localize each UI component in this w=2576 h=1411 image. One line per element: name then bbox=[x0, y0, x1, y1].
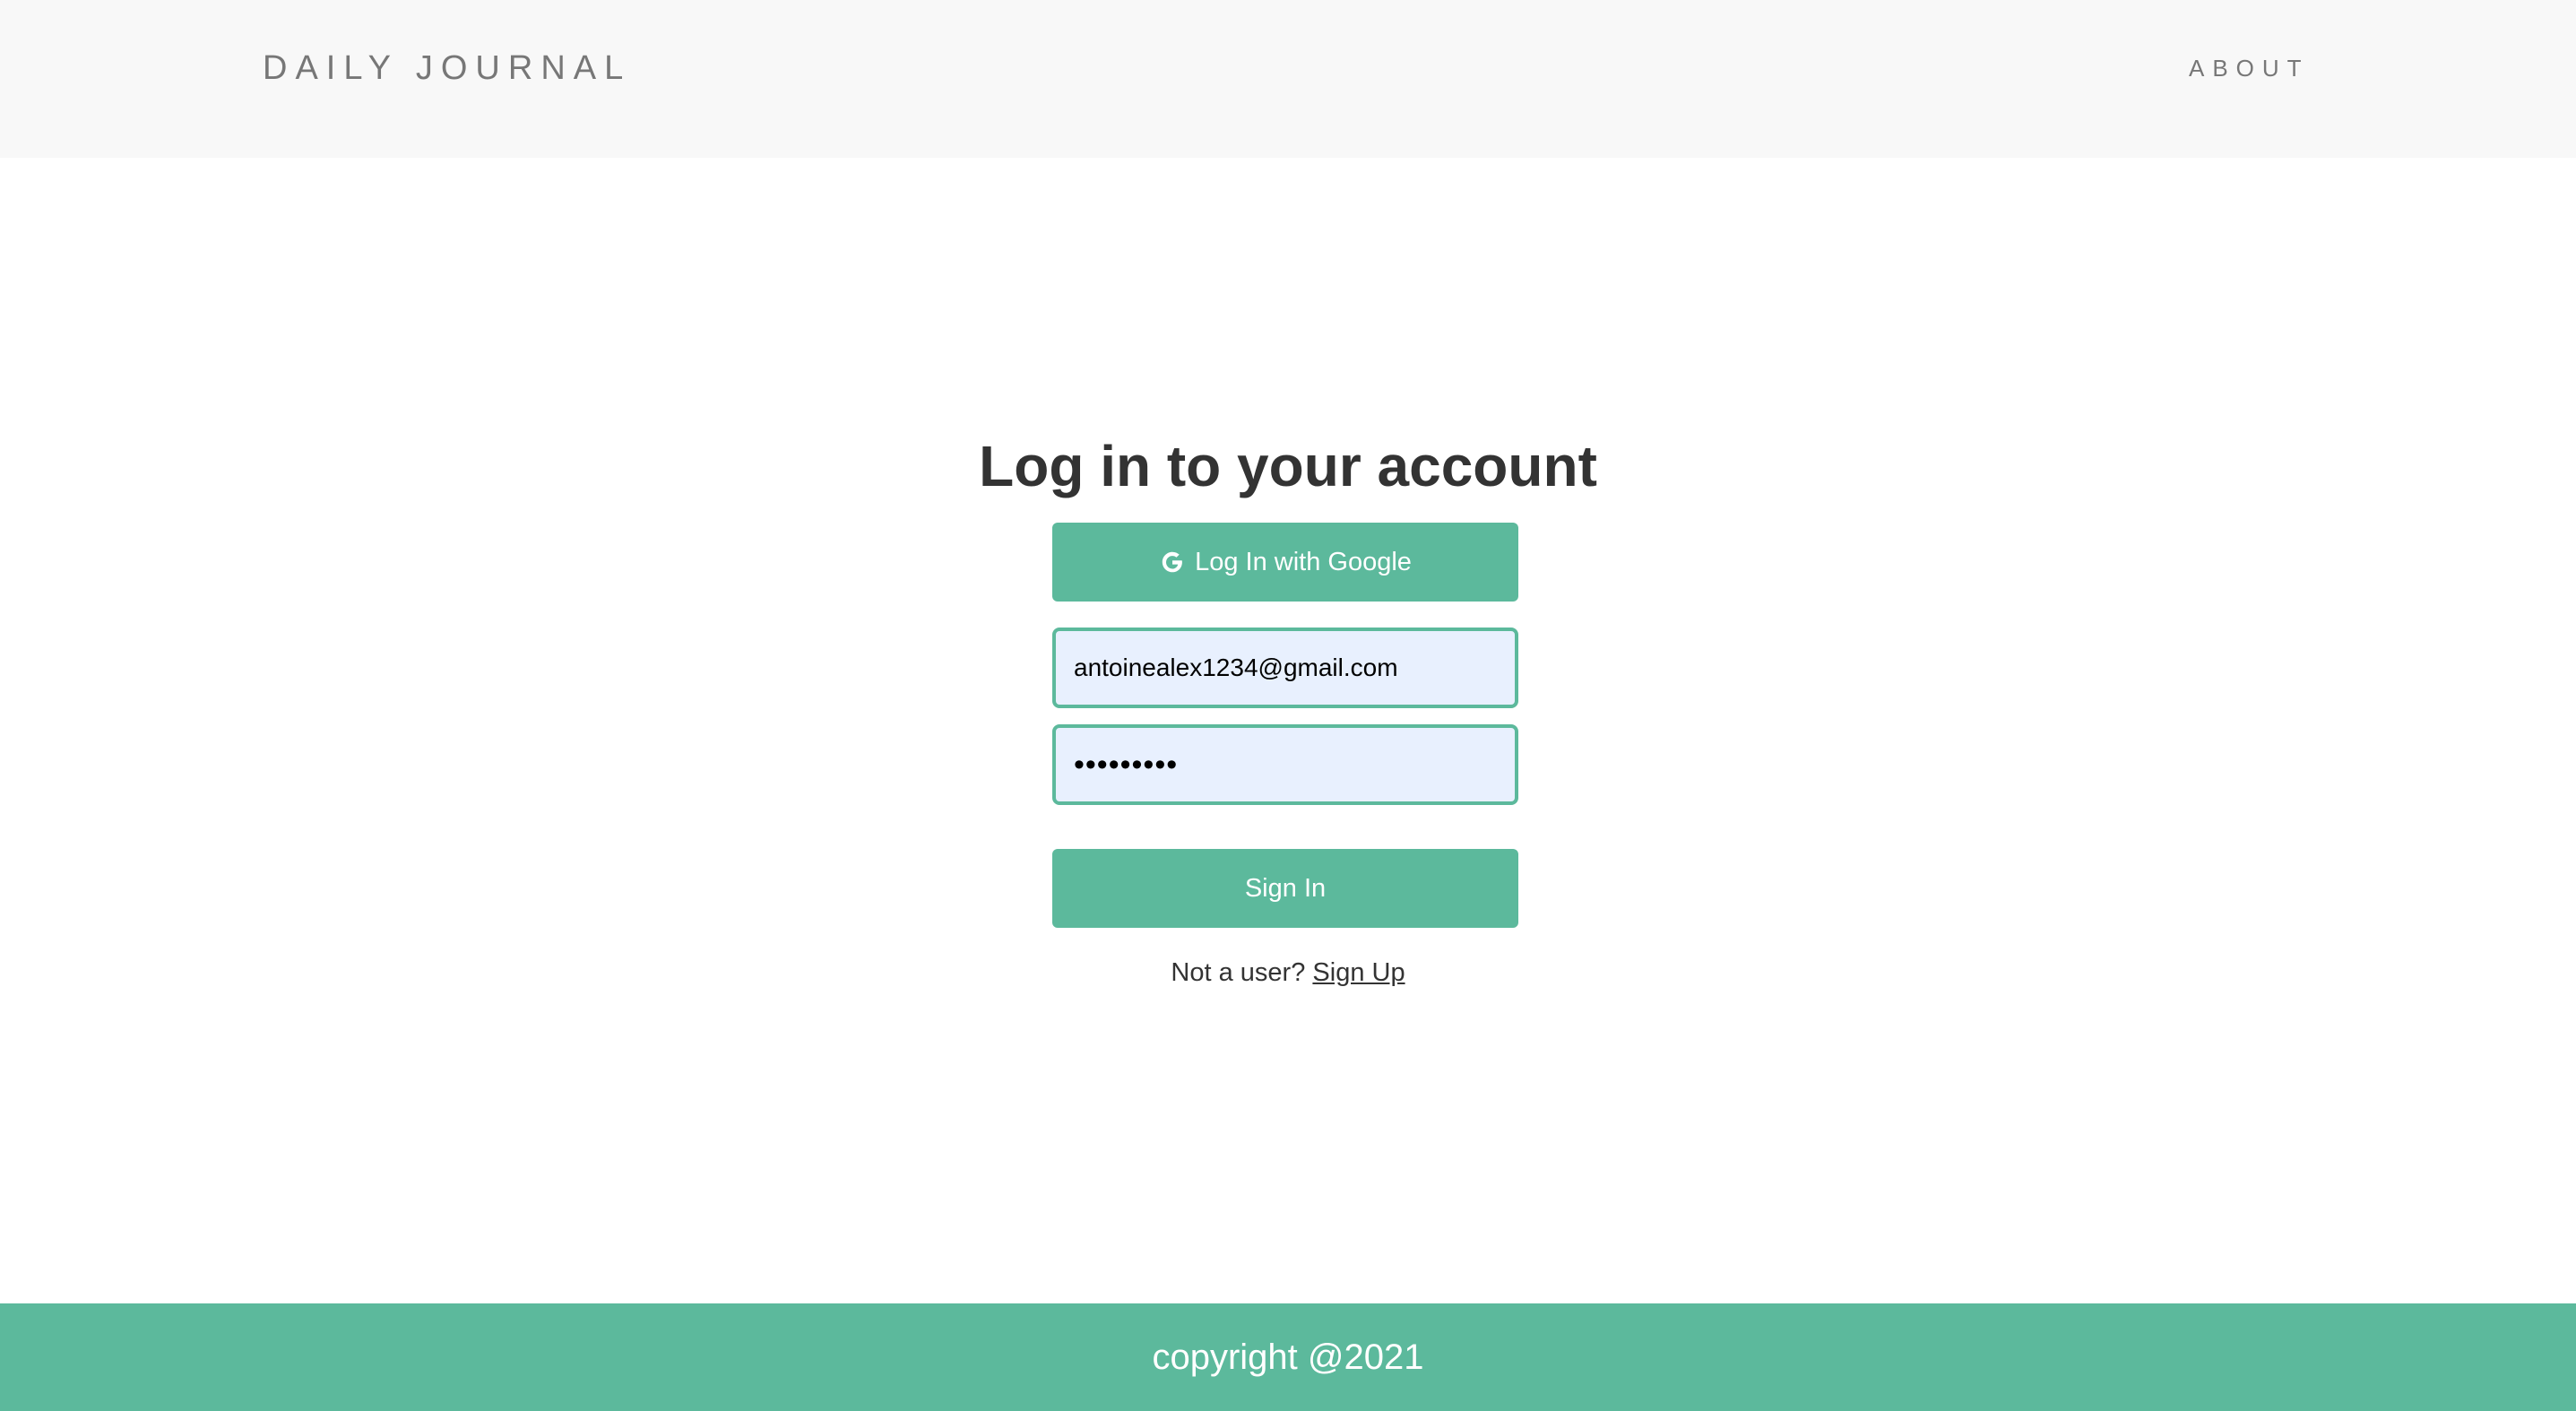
email-field[interactable] bbox=[1052, 628, 1518, 708]
signup-prompt: Not a user? Sign Up bbox=[0, 955, 2576, 991]
copyright-text: copyright @2021 bbox=[1152, 1337, 1424, 1377]
google-icon bbox=[1159, 549, 1186, 576]
page-title: Log in to your account bbox=[979, 434, 1597, 498]
google-login-button[interactable]: Log In with Google bbox=[1052, 523, 1518, 602]
page: DAILY JOURNAL ABOUT Log in to your accou… bbox=[0, 0, 2576, 1411]
brand-link[interactable]: DAILY JOURNAL bbox=[263, 48, 631, 88]
google-login-label: Log In with Google bbox=[1195, 547, 1412, 576]
footer: copyright @2021 bbox=[0, 1303, 2576, 1411]
password-field[interactable] bbox=[1052, 724, 1518, 805]
signup-prompt-text: Not a user? bbox=[1171, 958, 1306, 987]
navbar: DAILY JOURNAL ABOUT bbox=[0, 0, 2576, 158]
sign-in-label: Sign In bbox=[1244, 873, 1327, 903]
sign-in-button[interactable]: Sign In bbox=[1052, 849, 1518, 928]
sign-up-link[interactable]: Sign Up bbox=[1312, 958, 1405, 987]
nav-about-link[interactable]: ABOUT bbox=[2189, 54, 2310, 82]
